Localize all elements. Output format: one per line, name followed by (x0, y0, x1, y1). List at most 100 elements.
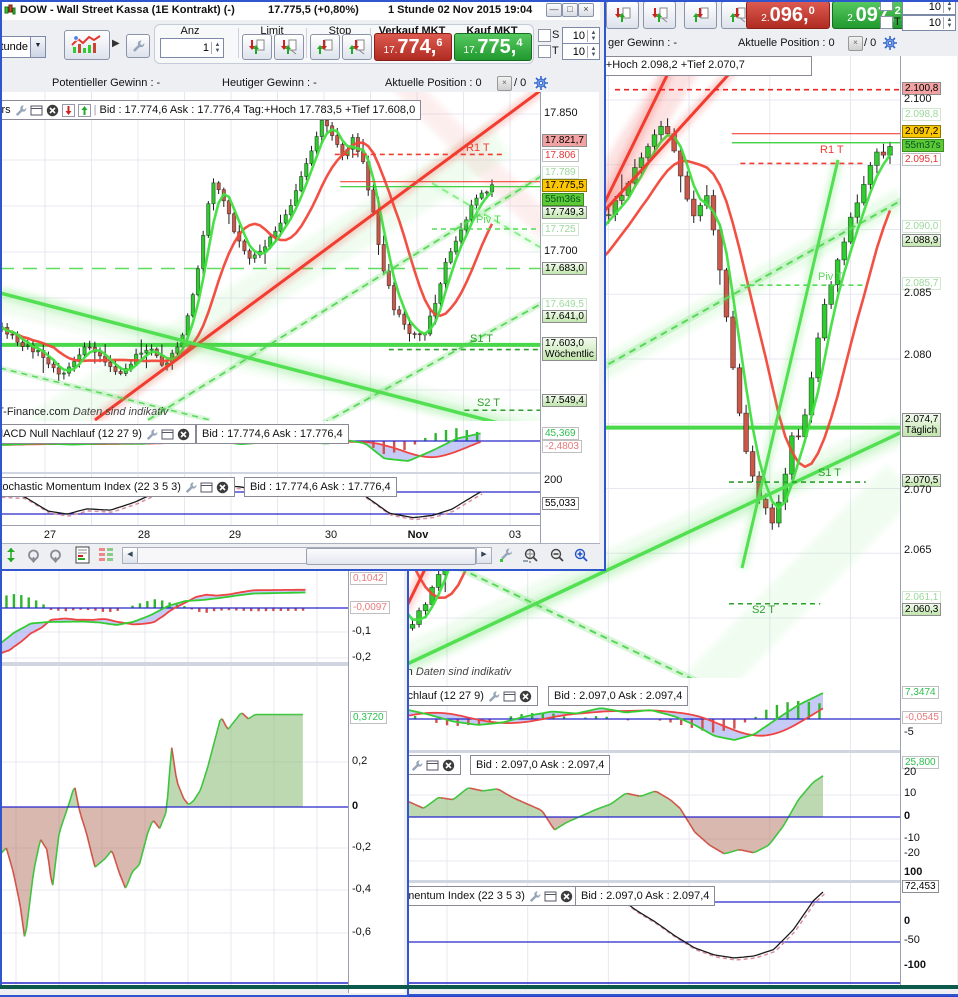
pane-separator[interactable] (0, 472, 540, 474)
orderbook-icon[interactable] (96, 545, 116, 565)
stop-buy-button[interactable] (342, 34, 372, 60)
spinner-arrows-icon[interactable]: ▲▼ (943, 1, 955, 13)
window-icon[interactable] (200, 481, 213, 494)
wrench-button[interactable] (126, 34, 150, 58)
dow-sell-market-button[interactable]: 17.774,6 (374, 33, 452, 61)
scrollbar-thumb[interactable] (306, 548, 476, 565)
stop-sell-button[interactable] (310, 34, 340, 60)
window-icon[interactable] (30, 104, 43, 117)
dow-ind1-header[interactable]: MACD Null Nachlauf (12 27 9) (0, 424, 196, 444)
pane-separator[interactable] (0, 662, 348, 666)
magnet-icon[interactable] (24, 546, 42, 564)
pane-separator[interactable] (330, 880, 900, 883)
axis-tick-label: 100 (902, 867, 924, 878)
buy-arrow-icon[interactable] (78, 104, 91, 117)
dow-time-axis[interactable]: 27282930Nov03 (0, 525, 540, 544)
spinner-arrows-icon[interactable]: ▲▼ (587, 30, 599, 42)
settings-gear-icon[interactable] (533, 75, 549, 91)
dow-chart-header[interactable]: Kurs | Bid : 17.774,6 Ask : 17.776,4 Tag… (0, 100, 421, 120)
close-position-button[interactable]: × (497, 76, 512, 91)
maximize-button[interactable]: □ (562, 3, 578, 17)
price-label: 17.775,5 (542, 179, 587, 192)
chart-settings-icon[interactable] (496, 545, 516, 565)
spinner-arrows-icon[interactable]: ▲▼ (943, 17, 955, 29)
spinner-arrows-icon[interactable]: ▲▼ (211, 42, 223, 54)
chart-style-button[interactable] (64, 30, 110, 60)
sell-arrow-icon[interactable] (62, 104, 75, 117)
limit-sell-button[interactable] (242, 34, 272, 60)
bl_p2-pane[interactable] (0, 666, 348, 985)
dow-s-spinner[interactable]: 10▲▼ (562, 27, 600, 44)
rt-t-checkbox[interactable] (880, 16, 893, 29)
rt-settings-gear-icon[interactable] (882, 35, 898, 51)
scroll-left-icon[interactable]: ◀ (123, 548, 138, 563)
rt-ind2-header[interactable] (404, 755, 461, 775)
zoom-fit-icon[interactable] (520, 545, 540, 565)
magnet-icon-2[interactable] (46, 546, 64, 564)
close-icon[interactable] (216, 481, 229, 494)
expand-arrow-icon[interactable]: ▶ (112, 38, 120, 49)
zoom-out-icon[interactable] (546, 545, 566, 565)
axis-tick-label: -20 (902, 848, 922, 859)
price-label: 0,1042 (350, 572, 387, 585)
window-icon[interactable] (503, 690, 516, 703)
axis-tick-label: -100 (902, 960, 928, 971)
rt-close-position-button[interactable]: × (848, 36, 863, 51)
rt-price-axis[interactable] (900, 56, 957, 985)
close-button[interactable]: × (578, 3, 594, 17)
wrench-icon[interactable] (410, 759, 423, 772)
rt-s-spinner[interactable]: 10▲▼ (902, 0, 956, 15)
wrench-icon[interactable] (528, 890, 541, 903)
dow-main-chart[interactable]: R1 TPiv TS1 TS2 T (0, 92, 540, 421)
spinner-value: 1 (161, 42, 211, 54)
price-scale-icon[interactable] (2, 546, 20, 564)
close-icon[interactable] (442, 759, 455, 772)
anz-spinner[interactable]: 1▲▼ (160, 38, 224, 58)
dow-s-checkbox[interactable] (538, 29, 551, 42)
time-axis-label: 29 (220, 529, 250, 541)
price-label: 17.683,0 (542, 262, 587, 275)
price-label: 55m37s (902, 139, 944, 152)
close-icon[interactable] (46, 104, 59, 117)
wrench-icon[interactable] (184, 481, 197, 494)
axis-tick-label: -0,2 (350, 842, 373, 853)
report-icon[interactable] (72, 545, 92, 565)
minimize-button[interactable]: — (546, 3, 562, 17)
dow-buy-market-button[interactable]: 17.775,4 (454, 33, 532, 61)
chevron-down-icon[interactable]: ▼ (30, 37, 45, 57)
dow-bidask: Bid : 17.774,6 Ask : 17.776,4 (99, 104, 240, 116)
spinner-arrows-icon[interactable]: ▲▼ (587, 46, 599, 58)
window-icon[interactable] (161, 428, 174, 441)
bl_p1-pane[interactable] (0, 565, 348, 662)
close-icon[interactable] (519, 690, 532, 703)
price-main: 096, (770, 4, 809, 26)
price-label: 7,3474 (902, 686, 939, 699)
price-label: 55m36s (542, 193, 584, 206)
rt-sell-market-button[interactable]: 2.096,0 (746, 1, 830, 29)
pane-separator[interactable] (330, 750, 900, 753)
window-icon[interactable] (426, 759, 439, 772)
dow-titlebar[interactable]: DOW - Wall Street Kassa (1E Kontrakt) (-… (0, 0, 600, 21)
close-icon[interactable] (560, 890, 573, 903)
wrench-icon[interactable] (145, 428, 158, 441)
limit-buy-button[interactable] (274, 34, 304, 60)
rt-t-spinner[interactable]: 10▲▼ (902, 15, 956, 31)
zoom-in-icon[interactable] (570, 545, 590, 565)
axis-tick-label: 2.070 (902, 485, 934, 496)
wrench-icon[interactable] (487, 690, 500, 703)
scroll-right-icon[interactable]: ▶ (476, 548, 491, 563)
dow-ind2-header[interactable]: Stochastic Momentum Index (22 3 5 3) (0, 477, 235, 497)
chart-style-icon (70, 35, 104, 55)
axis-tick-label: 2.085 (902, 288, 934, 299)
dow-t-checkbox[interactable] (538, 45, 551, 58)
window-icon[interactable] (544, 890, 557, 903)
wrench-icon[interactable] (14, 104, 27, 117)
dow-t-spinner[interactable]: 10▲▼ (562, 43, 600, 60)
timeframe-dropdown[interactable]: 1 Stunde▼ (0, 36, 46, 58)
h-scrollbar[interactable]: ◀ ▶ (122, 547, 492, 564)
order-stop-sell-button[interactable] (684, 1, 717, 29)
price-label: 2.098,8 (902, 108, 941, 121)
order-limit-buy-button[interactable] (643, 1, 676, 29)
close-icon[interactable] (177, 428, 190, 441)
order-limit-sell-button[interactable] (606, 1, 639, 29)
